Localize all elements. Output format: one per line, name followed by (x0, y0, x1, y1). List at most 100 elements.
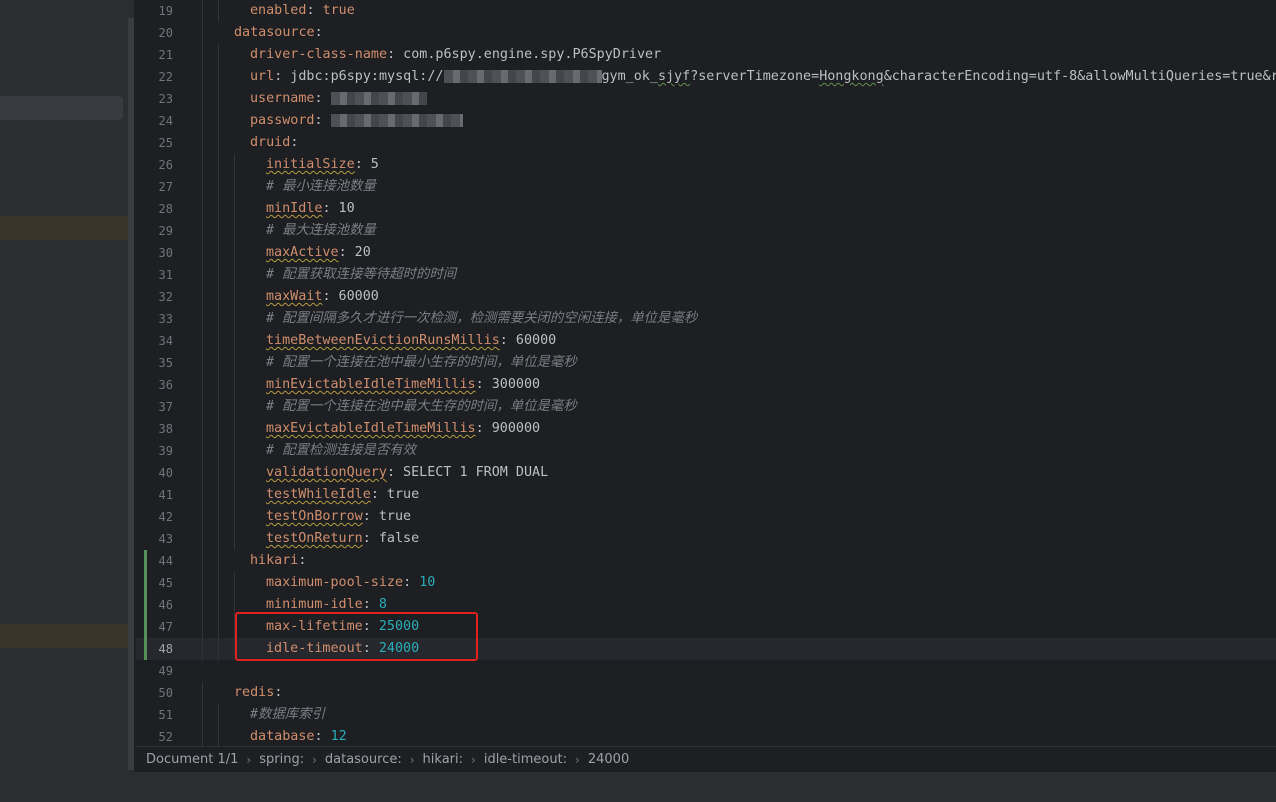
code-line[interactable]: 31 # 配置获取连接等待超时的时间 (136, 264, 1276, 286)
code-line[interactable]: 40 validationQuery: SELECT 1 FROM DUAL (136, 462, 1276, 484)
breadcrumb-item-spring[interactable]: spring: (259, 752, 304, 767)
code-line[interactable]: 43 testOnReturn: false (136, 528, 1276, 550)
code-line[interactable]: 39 # 配置检测连接是否有效 (136, 440, 1276, 462)
yaml-key-unknown: testOnBorrow (266, 509, 363, 524)
code-line[interactable]: 37 # 配置一个连接在池中最大生存的时间，单位是毫秒 (136, 396, 1276, 418)
code-line[interactable]: 26 initialSize: 5 (136, 154, 1276, 176)
yaml-value: : 20 (338, 245, 371, 260)
code-text[interactable]: validationQuery: SELECT 1 FROM DUAL (266, 462, 548, 484)
project-tree-scrollbar[interactable] (128, 18, 134, 770)
code-line[interactable]: 30 maxActive: 20 (136, 242, 1276, 264)
code-text[interactable]: timeBetweenEvictionRunsMillis: 60000 (266, 330, 556, 352)
breadcrumb-item-idle-timeout[interactable]: idle-timeout: (484, 752, 567, 767)
line-number: 43 (158, 532, 173, 546)
code-line[interactable]: 32 maxWait: 60000 (136, 286, 1276, 308)
code-text[interactable]: #数据库索引 (250, 704, 325, 726)
code-text[interactable]: username: (250, 88, 427, 110)
yaml-key: enabled (250, 3, 307, 18)
code-line[interactable]: 29 # 最大连接池数量 (136, 220, 1276, 242)
code-line[interactable]: 49 (136, 660, 1276, 682)
project-tree-selected-item[interactable] (0, 96, 123, 120)
code-text[interactable]: password: (250, 110, 463, 132)
vcs-change-marker[interactable] (144, 594, 147, 616)
indent-guide (218, 594, 219, 616)
code-text[interactable]: maxWait: 60000 (266, 286, 379, 308)
code-line[interactable]: 35 # 配置一个连接在池中最小生存的时间，单位是毫秒 (136, 352, 1276, 374)
breadcrumb-document[interactable]: Document 1/1 (146, 752, 238, 767)
code-line[interactable]: 50 redis: (136, 682, 1276, 704)
code-text[interactable]: testOnReturn: false (266, 528, 419, 550)
code-line[interactable]: 24 password: (136, 110, 1276, 132)
code-text[interactable]: # 配置检测连接是否有效 (266, 440, 416, 462)
breadcrumb-item-datasource[interactable]: datasource: (325, 752, 402, 767)
indent-guide (218, 242, 219, 264)
yaml-value: : 60000 (322, 289, 379, 304)
vcs-change-marker[interactable] (144, 572, 147, 594)
code-text[interactable]: minIdle: 10 (266, 198, 355, 220)
indent-guide (202, 462, 203, 484)
code-line[interactable]: 34 timeBetweenEvictionRunsMillis: 60000 (136, 330, 1276, 352)
code-text[interactable]: redis: (234, 682, 282, 704)
vcs-change-marker[interactable] (144, 616, 147, 638)
project-tool-window[interactable] (0, 0, 134, 772)
code-line[interactable]: 27 # 最小连接池数量 (136, 176, 1276, 198)
code-line[interactable]: 45 maximum-pool-size: 10 (136, 572, 1276, 594)
line-number: 21 (158, 48, 173, 62)
code-line[interactable]: 41 testWhileIdle: true (136, 484, 1276, 506)
indent-guide (202, 330, 203, 352)
code-line[interactable]: 44 hikari: (136, 550, 1276, 572)
yaml-value: : jdbc:p6spy:mysql:// (274, 69, 444, 84)
breadcrumb-item-value[interactable]: 24000 (588, 752, 629, 767)
chevron-right-icon: › (409, 752, 415, 767)
code-text[interactable]: # 最大连接池数量 (266, 220, 376, 242)
code-text[interactable]: # 配置获取连接等待超时的时间 (266, 264, 456, 286)
code-text[interactable]: hikari: (250, 550, 306, 572)
code-text[interactable]: # 配置间隔多久才进行一次检测，检测需要关闭的空闲连接，单位是毫秒 (266, 308, 697, 330)
indent-guide (218, 154, 219, 176)
code-line[interactable]: 38 maxEvictableIdleTimeMillis: 900000 (136, 418, 1276, 440)
vcs-change-marker[interactable] (144, 638, 147, 660)
project-tree-highlighted-item[interactable] (0, 216, 134, 240)
code-text[interactable]: initialSize: 5 (266, 154, 379, 176)
code-text[interactable]: # 配置一个连接在池中最大生存的时间，单位是毫秒 (266, 396, 577, 418)
code-text[interactable]: database: 12 (250, 726, 347, 746)
code-text[interactable]: maximum-pool-size: 10 (266, 572, 435, 594)
project-tree-highlighted-item[interactable] (0, 624, 134, 648)
code-text[interactable]: maxActive: 20 (266, 242, 371, 264)
indent-guide (218, 726, 219, 746)
code-text[interactable]: druid: (250, 132, 298, 154)
code-text[interactable]: driver-class-name: com.p6spy.engine.spy.… (250, 44, 661, 66)
code-line[interactable]: 51 #数据库索引 (136, 704, 1276, 726)
code-line[interactable]: 52 database: 12 (136, 726, 1276, 746)
code-line[interactable]: 20 datasource: (136, 22, 1276, 44)
code-text[interactable]: enabled: true (250, 0, 355, 22)
code-line[interactable]: 21 driver-class-name: com.p6spy.engine.sp… (136, 44, 1276, 66)
yaml-value-spellcheck: Hongkong (819, 69, 884, 84)
code-line[interactable]: 42 testOnBorrow: true (136, 506, 1276, 528)
code-line[interactable]: 25 druid: (136, 132, 1276, 154)
code-text[interactable]: maxEvictableIdleTimeMillis: 900000 (266, 418, 540, 440)
code-line[interactable]: 28 minIdle: 10 (136, 198, 1276, 220)
code-text[interactable]: url: jdbc:p6spy:mysql:// gym_ok_sjyf?serv… (250, 66, 1276, 88)
code-text[interactable]: testWhileIdle: true (266, 484, 419, 506)
yaml-value-spellcheck: sjyf (657, 69, 691, 84)
indent-guide (218, 330, 219, 352)
breadcrumb-item-hikari[interactable]: hikari: (423, 752, 463, 767)
vcs-change-marker[interactable] (144, 550, 147, 572)
line-number: 20 (158, 26, 173, 40)
code-line[interactable]: 22 url: jdbc:p6spy:mysql:// gym_ok_sjyf?se… (136, 66, 1276, 88)
code-text[interactable]: # 配置一个连接在池中最小生存的时间，单位是毫秒 (266, 352, 577, 374)
yaml-value: : false (362, 531, 420, 546)
yaml-key: database (250, 729, 315, 744)
code-text[interactable]: # 最小连接池数量 (266, 176, 376, 198)
code-line[interactable]: 23 username: (136, 88, 1276, 110)
code-text[interactable]: minEvictableIdleTimeMillis: 300000 (266, 374, 540, 396)
code-line[interactable]: 36 minEvictableIdleTimeMillis: 300000 (136, 374, 1276, 396)
code-line[interactable]: 19 enabled: true (136, 0, 1276, 22)
code-text[interactable]: testOnBorrow: true (266, 506, 411, 528)
code-line[interactable]: 33 # 配置间隔多久才进行一次检测，检测需要关闭的空闲连接，单位是毫秒 (136, 308, 1276, 330)
code-text[interactable]: datasource: (234, 22, 323, 44)
indent-guide (234, 506, 235, 528)
indent-guide (202, 44, 203, 66)
line-number: 41 (158, 488, 173, 502)
